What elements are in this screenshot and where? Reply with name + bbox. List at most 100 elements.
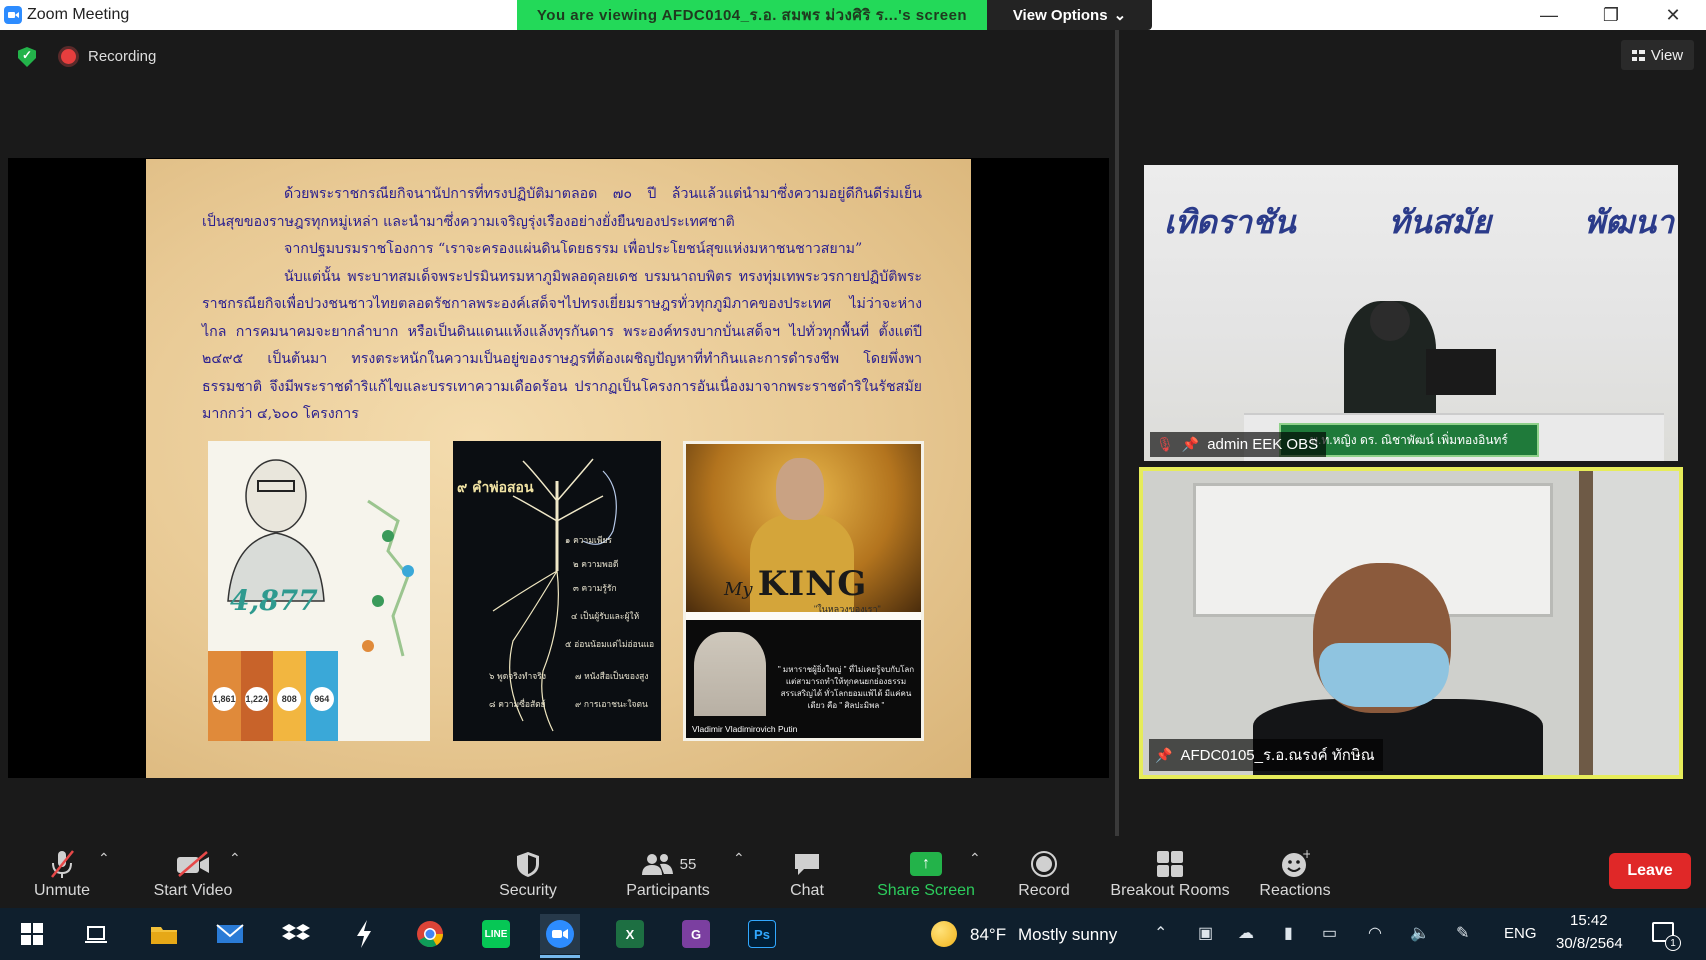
- leave-meeting-button[interactable]: Leave: [1609, 853, 1691, 889]
- view-options-label: View Options: [1012, 6, 1108, 24]
- start-video-label: Start Video: [153, 882, 233, 899]
- projects-bar-value: 964: [309, 687, 334, 711]
- projects-bar-value: 1,224: [244, 687, 269, 711]
- my-king-king: KING: [757, 564, 868, 604]
- zoom-active-indicator: [540, 955, 580, 958]
- participants-label: Participants: [626, 882, 710, 899]
- unmute-button[interactable]: Unmute: [22, 836, 102, 906]
- teaching-item: ๓ ความรู้รัก: [573, 584, 617, 594]
- chrome-icon[interactable]: [410, 914, 450, 954]
- projects-total-number: 4,877: [230, 584, 318, 617]
- start-video-button[interactable]: Start Video: [138, 836, 248, 906]
- window-blinds: [1579, 471, 1679, 775]
- teaching-item: ๗ หนังสือเป็นของสูง: [575, 672, 649, 682]
- participant-name: admin EEK OBS: [1207, 436, 1319, 453]
- podium-laptop: [1426, 349, 1496, 395]
- teachings-title: ๙ คำพ่อสอน: [457, 480, 534, 496]
- volume-icon[interactable]: 🔈: [1410, 923, 1430, 943]
- weather-sun-icon[interactable]: [931, 921, 957, 947]
- share-screen-icon-wrap: ↑: [910, 846, 942, 882]
- chat-button[interactable]: Chat: [772, 836, 842, 906]
- window-title: Zoom Meeting: [27, 6, 130, 23]
- teaching-item: ๒ ความพอดี: [573, 560, 619, 570]
- weather-description[interactable]: Mostly sunny: [1018, 925, 1117, 945]
- speaker-head: [1370, 301, 1410, 341]
- task-view-icon[interactable]: [76, 914, 116, 954]
- chat-bubble-icon: [792, 846, 822, 882]
- usb-drive-icon[interactable]: ▮: [1284, 923, 1293, 943]
- record-button[interactable]: Record: [1008, 836, 1080, 906]
- dropbox-icon[interactable]: [276, 914, 316, 954]
- tray-chevron-up-icon[interactable]: ⌃: [1154, 923, 1167, 943]
- speaker-photo: [694, 632, 766, 716]
- participants-button[interactable]: 55 Participants: [618, 836, 718, 906]
- lightning-app-icon[interactable]: [344, 914, 384, 954]
- svg-text:+: +: [1302, 849, 1310, 861]
- pen-input-icon[interactable]: ✎: [1456, 923, 1469, 943]
- view-options-button[interactable]: View Options ⌄: [987, 0, 1152, 30]
- share-options-caret-icon[interactable]: ⌃: [969, 850, 981, 867]
- close-button[interactable]: ✕: [1644, 0, 1702, 30]
- security-shield-icon: [515, 846, 541, 882]
- participants-icon-group: 55: [640, 846, 697, 882]
- participant-video-tile[interactable]: เทิดราชัน ทันสมัย พัฒนา พ.ท.หญิง ดร. ณิช…: [1144, 165, 1678, 461]
- record-icon: [1030, 846, 1058, 882]
- pdf-app-icon[interactable]: G: [676, 914, 716, 954]
- excel-icon[interactable]: X: [610, 914, 650, 954]
- close-icon: ✕: [1665, 4, 1681, 25]
- clock-time[interactable]: 15:42: [1570, 912, 1608, 929]
- face-mask: [1319, 643, 1449, 707]
- clock-date[interactable]: 30/8/2564: [1556, 935, 1623, 952]
- video-options-caret-icon[interactable]: ⌃: [229, 850, 241, 867]
- participant-name-label: 🎙 📌 admin EEK OBS: [1150, 432, 1327, 457]
- speaker-name: Vladimir Vladimirovich Putin: [692, 724, 798, 734]
- recording-label[interactable]: Recording: [88, 48, 156, 65]
- slide-paragraph: จากปฐมบรมราชโองการ “เราจะครองแผ่นดินโดยธ…: [284, 241, 863, 257]
- weather-temperature[interactable]: 84°F: [970, 925, 1006, 945]
- stage-banner-word: ทันสมัย: [1388, 203, 1492, 241]
- teaching-item: ๖ พูดจริงทำจริง: [489, 672, 546, 682]
- my-king-subtitle: "ในหลวงของเรา": [814, 604, 881, 614]
- slide-paragraph: ด้วยพระราชกรณียกิจนานัปการที่ทรงปฏิบัติม…: [202, 186, 922, 230]
- input-language[interactable]: ENG: [1504, 925, 1537, 942]
- zoom-taskbar-icon[interactable]: [540, 914, 580, 954]
- line-app-icon[interactable]: LINE: [476, 914, 516, 954]
- share-screen-arrow-icon: ↑: [910, 852, 942, 876]
- projects-bar: 964: [305, 651, 338, 741]
- view-layout-button[interactable]: View: [1621, 40, 1694, 70]
- my-king-poster: My KING "ในหลวงของเรา" Vladimir Vladimir…: [683, 441, 924, 741]
- teaching-item: ๔ เป็นผู้รับและผู้ให้: [571, 612, 640, 622]
- active-speaker-video-tile[interactable]: 📌 AFDC0105_ร.อ.ณรงค์ ทักษิณ: [1139, 467, 1683, 779]
- panel-divider[interactable]: [1115, 30, 1119, 836]
- teaching-item: ๘ ความซื่อสัตย์: [489, 700, 546, 710]
- file-explorer-icon[interactable]: [144, 914, 184, 954]
- chevron-down-icon: ⌄: [1113, 7, 1127, 24]
- restore-button[interactable]: ❐: [1582, 0, 1640, 30]
- restore-icon: ❐: [1602, 4, 1620, 25]
- battery-icon[interactable]: ▭: [1322, 923, 1337, 943]
- teaching-item: ๙ การเอาชนะใจตน: [575, 700, 648, 710]
- tray-device-icon[interactable]: ▣: [1198, 923, 1213, 943]
- minimize-button[interactable]: —: [1520, 0, 1578, 30]
- slide-text: ด้วยพระราชกรณียกิจนานัปการที่ทรงปฏิบัติม…: [202, 181, 922, 429]
- participants-options-caret-icon[interactable]: ⌃: [733, 850, 745, 867]
- windows-start-icon[interactable]: [12, 914, 52, 954]
- audio-options-caret-icon[interactable]: ⌃: [98, 850, 110, 867]
- projects-bar: 808: [273, 651, 306, 741]
- reactions-smiley-icon: +: [1280, 846, 1310, 882]
- unmute-label: Unmute: [33, 882, 91, 899]
- reactions-button[interactable]: + Reactions: [1254, 836, 1336, 906]
- wifi-icon[interactable]: ◠: [1368, 923, 1382, 943]
- photoshop-icon[interactable]: Ps: [742, 914, 782, 954]
- onedrive-cloud-icon[interactable]: ☁: [1238, 923, 1254, 943]
- projects-bar-group: 1,861 1,224 808 964: [208, 651, 338, 741]
- meeting-controls-bar: [0, 836, 1706, 908]
- participants-count: 55: [679, 855, 697, 873]
- projects-bar: 1,861: [208, 651, 241, 741]
- security-label: Security: [499, 882, 557, 899]
- breakout-rooms-label: Breakout Rooms: [1110, 882, 1230, 899]
- share-screen-button[interactable]: ↑ Share Screen: [872, 836, 980, 906]
- breakout-rooms-button[interactable]: Breakout Rooms: [1104, 836, 1236, 906]
- security-button[interactable]: Security: [488, 836, 568, 906]
- mail-icon[interactable]: [210, 914, 250, 954]
